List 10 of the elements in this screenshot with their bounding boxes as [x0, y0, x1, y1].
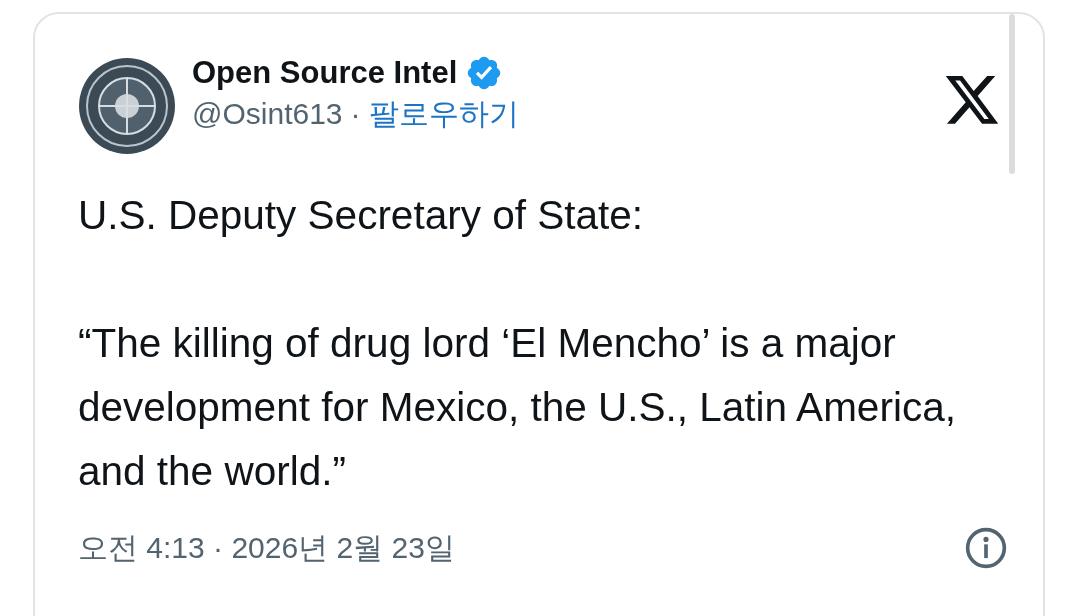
info-icon[interactable] [964, 525, 1008, 570]
tweet-text: “The killing of drug lord ‘El Mencho’ is a major development for Mexico, the U.S., Latin America, and the world.” [78, 319, 957, 496]
separator: · [350, 96, 361, 132]
tweet-timestamp[interactable]: 오전 4:13 · 2026년 2월 23일 [78, 525, 455, 570]
x-logo-icon[interactable] [945, 76, 1001, 126]
tweet-text: U.S. Deputy Secretary of State: [78, 191, 644, 240]
avatar-icon [78, 57, 176, 155]
author-handle: @Osint613 [192, 96, 343, 132]
author-name[interactable]: Open Source Intel [192, 54, 458, 92]
follow-link[interactable]: 팔로우하기 [368, 96, 519, 132]
